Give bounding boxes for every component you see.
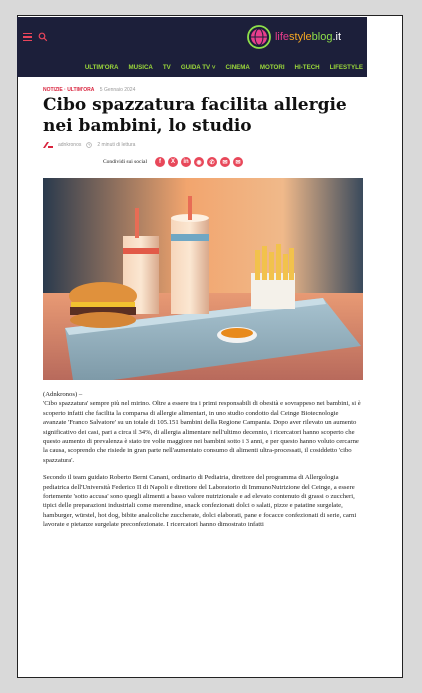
- hamburger-icon[interactable]: [23, 32, 32, 42]
- article-body: (Adnkronos) – 'Cibo spazzatura' sempre p…: [43, 390, 361, 538]
- social-share-bar: Condividi sui social f X in ◉ ✆ ✉ ✉: [103, 157, 243, 167]
- nav-item-tv[interactable]: TV: [163, 64, 171, 71]
- clock-icon: [86, 142, 93, 148]
- x-share-icon[interactable]: X: [168, 157, 178, 167]
- article-date: 5 Gennaio 2024: [99, 87, 136, 93]
- share-label: Condividi sui social: [103, 159, 147, 165]
- search-icon[interactable]: [38, 32, 48, 42]
- hero-image-junk-food-tray: [43, 178, 363, 380]
- article-title: Cibo spazzatura facilita allergie nei ba…: [43, 95, 347, 136]
- article-paragraph-1: 'Cibo spazzatura' sempre più nel mirino.…: [43, 400, 361, 464]
- article-source: (Adnkronos) –: [43, 391, 83, 398]
- breadcrumb-notizie[interactable]: NOTIZIE: [43, 87, 63, 93]
- adnkronos-logo: [43, 142, 53, 148]
- nav-item-lifestyle[interactable]: LIFESTYLE: [330, 64, 363, 71]
- author-name[interactable]: adnkronos: [58, 142, 81, 148]
- breadcrumb: NOTIZIE · ULTIM'ORA 5 Gennaio 2024: [43, 87, 135, 93]
- facebook-share-icon[interactable]: f: [155, 157, 165, 167]
- article-meta: adnkronos 2 minuti di lettura: [43, 142, 135, 148]
- read-time: 2 minuti di lettura: [97, 142, 136, 148]
- site-logo[interactable]: lifestyleblog.it: [246, 24, 341, 50]
- breadcrumb-ultimora[interactable]: ULTIM'ORA: [67, 87, 94, 93]
- logo-wordmark: lifestyleblog.it: [274, 31, 341, 43]
- nav-left-tools: [17, 32, 48, 42]
- article-paragraph-2: Secondo il team guidato Roberto Berni Ca…: [43, 474, 357, 529]
- nav-item-musica[interactable]: MUSICA: [129, 64, 153, 71]
- linkedin-share-icon[interactable]: in: [181, 157, 191, 167]
- nav-item-hi-tech[interactable]: HI-TECH: [295, 64, 320, 71]
- nav-item-cinema[interactable]: CINEMA: [226, 64, 250, 71]
- whatsapp-share-icon[interactable]: ✆: [207, 157, 217, 167]
- message-share-icon[interactable]: ✉: [233, 157, 243, 167]
- nav-item-ultimora[interactable]: ULTIM'ORA: [85, 64, 119, 71]
- category-nav: ULTIM'ORA MUSICA TV GUIDA TV ˅ CINEMA MO…: [17, 57, 367, 77]
- nav-item-motori[interactable]: MOTORI: [260, 64, 285, 71]
- nav-item-guida-tv[interactable]: GUIDA TV ˅: [181, 64, 216, 71]
- email-share-icon[interactable]: ✉: [220, 157, 230, 167]
- threads-share-icon[interactable]: ◉: [194, 157, 204, 167]
- globe-logo-icon: [247, 25, 271, 49]
- top-navbar: lifestyleblog.it: [17, 17, 367, 57]
